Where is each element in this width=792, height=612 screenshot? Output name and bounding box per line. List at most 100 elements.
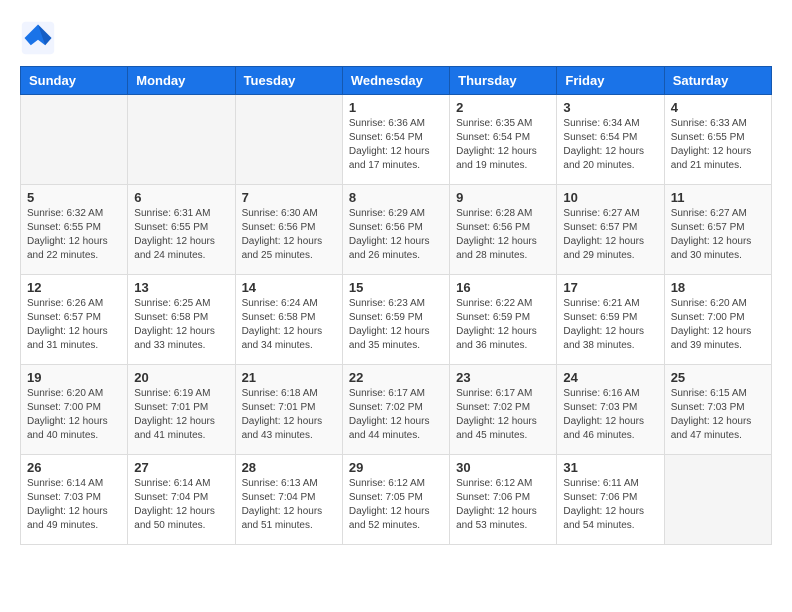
- day-info: Sunrise: 6:32 AM Sunset: 6:55 PM Dayligh…: [27, 207, 121, 263]
- day-info: Sunrise: 6:11 AM Sunset: 7:06 PM Dayligh…: [563, 477, 657, 533]
- calendar-cell: 5 Sunrise: 6:32 AM Sunset: 6:55 PM Daylig…: [21, 185, 128, 275]
- day-number: 31: [563, 460, 657, 475]
- calendar-cell: 17 Sunrise: 6:21 AM Sunset: 6:59 PM Dayli…: [557, 275, 664, 365]
- day-number: 21: [242, 370, 336, 385]
- day-info: Sunrise: 6:27 AM Sunset: 6:57 PM Dayligh…: [671, 207, 765, 263]
- calendar-cell: [21, 95, 128, 185]
- calendar-cell: 9Sunrise: 6:28 AM Sunset: 6:56 PM Daylig…: [450, 185, 557, 275]
- day-info: Sunrise: 6:18 AM Sunset: 7:01 PM Dayligh…: [242, 387, 336, 443]
- day-number: 3: [563, 100, 657, 115]
- calendar-cell: 30 Sunrise: 6:12 AM Sunset: 7:06 PM Dayli…: [450, 455, 557, 545]
- weekday-header-saturday: Saturday: [664, 67, 771, 95]
- weekday-header-monday: Monday: [128, 67, 235, 95]
- calendar-cell: 19 Sunrise: 6:20 AM Sunset: 7:00 PM Dayli…: [21, 365, 128, 455]
- calendar-cell: 14 Sunrise: 6:24 AM Sunset: 6:58 PM Dayli…: [235, 275, 342, 365]
- calendar-table: SundayMondayTuesdayWednesdayThursdayFrid…: [20, 66, 772, 545]
- day-number: 1: [349, 100, 443, 115]
- page-container: SundayMondayTuesdayWednesdayThursdayFrid…: [20, 20, 772, 545]
- header: [20, 20, 772, 56]
- day-info: Sunrise: 6:20 AM Sunset: 7:00 PM Dayligh…: [27, 387, 121, 443]
- weekday-row: SundayMondayTuesdayWednesdayThursdayFrid…: [21, 67, 772, 95]
- day-info: Sunrise: 6:31 AM Sunset: 6:55 PM Dayligh…: [134, 207, 228, 263]
- day-info: Sunrise: 6:25 AM Sunset: 6:58 PM Dayligh…: [134, 297, 228, 353]
- calendar-cell: [128, 95, 235, 185]
- calendar-cell: 8Sunrise: 6:29 AM Sunset: 6:56 PM Daylig…: [342, 185, 449, 275]
- day-info: Sunrise: 6:30 AM Sunset: 6:56 PM Dayligh…: [242, 207, 336, 263]
- calendar-cell: 7 Sunrise: 6:30 AM Sunset: 6:56 PM Daylig…: [235, 185, 342, 275]
- day-info: Sunrise: 6:13 AM Sunset: 7:04 PM Dayligh…: [242, 477, 336, 533]
- day-number: 7: [242, 190, 336, 205]
- day-number: 25: [671, 370, 765, 385]
- calendar-cell: 18 Sunrise: 6:20 AM Sunset: 7:00 PM Dayli…: [664, 275, 771, 365]
- week-row-5: 26Sunrise: 6:14 AM Sunset: 7:03 PM Dayli…: [21, 455, 772, 545]
- day-number: 11: [671, 190, 765, 205]
- calendar-cell: 21 Sunrise: 6:18 AM Sunset: 7:01 PM Dayli…: [235, 365, 342, 455]
- weekday-header-sunday: Sunday: [21, 67, 128, 95]
- day-info: Sunrise: 6:34 AM Sunset: 6:54 PM Dayligh…: [563, 117, 657, 173]
- day-number: 27: [134, 460, 228, 475]
- day-info: Sunrise: 6:14 AM Sunset: 7:04 PM Dayligh…: [134, 477, 228, 533]
- day-info: Sunrise: 6:27 AM Sunset: 6:57 PM Dayligh…: [563, 207, 657, 263]
- day-info: Sunrise: 6:22 AM Sunset: 6:59 PM Dayligh…: [456, 297, 550, 353]
- weekday-header-thursday: Thursday: [450, 67, 557, 95]
- calendar-cell: 4 Sunrise: 6:33 AM Sunset: 6:55 PM Daylig…: [664, 95, 771, 185]
- day-number: 18: [671, 280, 765, 295]
- calendar-cell: 10Sunrise: 6:27 AM Sunset: 6:57 PM Dayli…: [557, 185, 664, 275]
- calendar-cell: 6 Sunrise: 6:31 AM Sunset: 6:55 PM Daylig…: [128, 185, 235, 275]
- day-info: Sunrise: 6:12 AM Sunset: 7:05 PM Dayligh…: [349, 477, 443, 533]
- calendar-body: 1 Sunrise: 6:36 AM Sunset: 6:54 PM Daylig…: [21, 95, 772, 545]
- calendar-cell: 20 Sunrise: 6:19 AM Sunset: 7:01 PM Dayli…: [128, 365, 235, 455]
- day-number: 22: [349, 370, 443, 385]
- day-info: Sunrise: 6:15 AM Sunset: 7:03 PM Dayligh…: [671, 387, 765, 443]
- week-row-1: 1 Sunrise: 6:36 AM Sunset: 6:54 PM Daylig…: [21, 95, 772, 185]
- calendar-cell: 12 Sunrise: 6:26 AM Sunset: 6:57 PM Dayli…: [21, 275, 128, 365]
- day-info: Sunrise: 6:16 AM Sunset: 7:03 PM Dayligh…: [563, 387, 657, 443]
- logo-icon: [20, 20, 56, 56]
- weekday-header-friday: Friday: [557, 67, 664, 95]
- day-info: Sunrise: 6:21 AM Sunset: 6:59 PM Dayligh…: [563, 297, 657, 353]
- day-info: Sunrise: 6:36 AM Sunset: 6:54 PM Dayligh…: [349, 117, 443, 173]
- day-info: Sunrise: 6:17 AM Sunset: 7:02 PM Dayligh…: [456, 387, 550, 443]
- week-row-3: 12 Sunrise: 6:26 AM Sunset: 6:57 PM Dayli…: [21, 275, 772, 365]
- calendar-cell: 13 Sunrise: 6:25 AM Sunset: 6:58 PM Dayli…: [128, 275, 235, 365]
- week-row-4: 19 Sunrise: 6:20 AM Sunset: 7:00 PM Dayli…: [21, 365, 772, 455]
- day-number: 30: [456, 460, 550, 475]
- day-number: 19: [27, 370, 121, 385]
- day-number: 20: [134, 370, 228, 385]
- day-info: Sunrise: 6:28 AM Sunset: 6:56 PM Dayligh…: [456, 207, 550, 263]
- calendar-cell: 26Sunrise: 6:14 AM Sunset: 7:03 PM Dayli…: [21, 455, 128, 545]
- calendar-cell: 24Sunrise: 6:16 AM Sunset: 7:03 PM Dayli…: [557, 365, 664, 455]
- calendar-cell: 25 Sunrise: 6:15 AM Sunset: 7:03 PM Dayli…: [664, 365, 771, 455]
- day-info: Sunrise: 6:17 AM Sunset: 7:02 PM Dayligh…: [349, 387, 443, 443]
- calendar-cell: 1 Sunrise: 6:36 AM Sunset: 6:54 PM Daylig…: [342, 95, 449, 185]
- day-number: 23: [456, 370, 550, 385]
- day-info: Sunrise: 6:33 AM Sunset: 6:55 PM Dayligh…: [671, 117, 765, 173]
- day-number: 12: [27, 280, 121, 295]
- calendar-cell: 27 Sunrise: 6:14 AM Sunset: 7:04 PM Dayli…: [128, 455, 235, 545]
- day-info: Sunrise: 6:24 AM Sunset: 6:58 PM Dayligh…: [242, 297, 336, 353]
- day-number: 26: [27, 460, 121, 475]
- weekday-header-tuesday: Tuesday: [235, 67, 342, 95]
- day-info: Sunrise: 6:20 AM Sunset: 7:00 PM Dayligh…: [671, 297, 765, 353]
- day-number: 13: [134, 280, 228, 295]
- calendar-cell: 29 Sunrise: 6:12 AM Sunset: 7:05 PM Dayli…: [342, 455, 449, 545]
- day-number: 15: [349, 280, 443, 295]
- calendar-cell: 2Sunrise: 6:35 AM Sunset: 6:54 PM Daylig…: [450, 95, 557, 185]
- day-number: 29: [349, 460, 443, 475]
- day-info: Sunrise: 6:23 AM Sunset: 6:59 PM Dayligh…: [349, 297, 443, 353]
- day-info: Sunrise: 6:19 AM Sunset: 7:01 PM Dayligh…: [134, 387, 228, 443]
- day-info: Sunrise: 6:26 AM Sunset: 6:57 PM Dayligh…: [27, 297, 121, 353]
- calendar-cell: [664, 455, 771, 545]
- logo: [20, 20, 60, 56]
- calendar-cell: 3 Sunrise: 6:34 AM Sunset: 6:54 PM Daylig…: [557, 95, 664, 185]
- day-info: Sunrise: 6:29 AM Sunset: 6:56 PM Dayligh…: [349, 207, 443, 263]
- day-number: 5: [27, 190, 121, 205]
- day-number: 6: [134, 190, 228, 205]
- day-info: Sunrise: 6:12 AM Sunset: 7:06 PM Dayligh…: [456, 477, 550, 533]
- day-number: 4: [671, 100, 765, 115]
- day-number: 14: [242, 280, 336, 295]
- day-number: 2: [456, 100, 550, 115]
- day-number: 17: [563, 280, 657, 295]
- calendar-cell: 22 Sunrise: 6:17 AM Sunset: 7:02 PM Dayli…: [342, 365, 449, 455]
- weekday-header-wednesday: Wednesday: [342, 67, 449, 95]
